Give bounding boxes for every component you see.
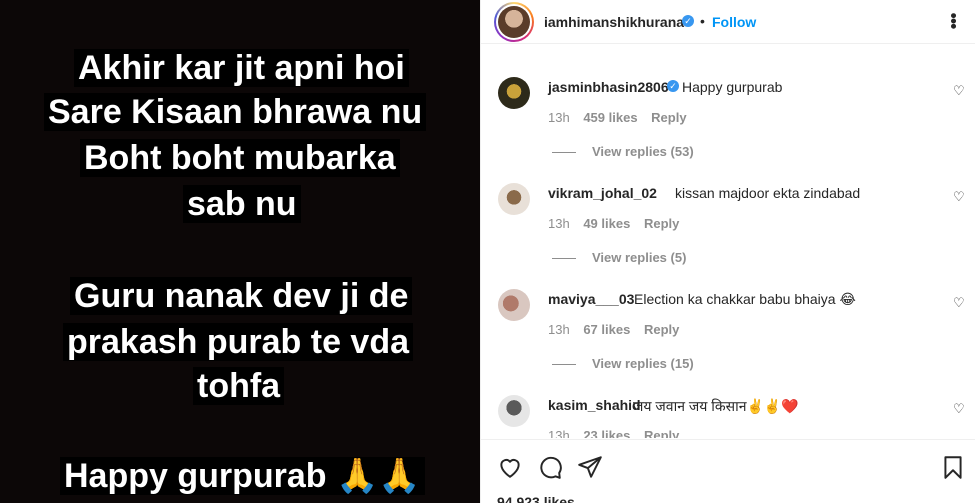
comment-like-icon[interactable]: ♡ [953,189,965,205]
comment-likes[interactable]: 49 likes [583,216,630,231]
comment-time: 13h [548,322,570,337]
bookmark-icon[interactable] [940,454,966,480]
post-text-line: Happy gurpurab 🙏🙏 [60,454,425,498]
post-text-line: Akhir kar jit apni hoi [74,46,409,90]
commenter-avatar[interactable] [498,77,530,109]
comment-meta: 13h 459 likes Reply [548,110,697,125]
verified-badge-icon: ✓ [667,80,679,92]
reply-button[interactable]: Reply [644,216,679,231]
comment-like-icon[interactable]: ♡ [953,401,965,417]
commenter-avatar[interactable] [498,289,530,321]
comment-time: 13h [548,110,570,125]
author-avatar[interactable] [494,2,534,42]
post-text-line: Sare Kisaan bhrawa nu [44,90,427,134]
reply-button[interactable]: Reply [644,428,679,438]
comment-likes[interactable]: 459 likes [583,110,637,125]
comment-username[interactable]: vikram_johal_02 [548,185,657,201]
post-text-line: sab nu [183,182,301,226]
follow-button[interactable]: Follow [712,14,756,30]
comment-meta: 13h 23 likes Reply [548,428,689,438]
comment-username[interactable]: maviya___03 [548,291,634,307]
post-header: iamhimanshikhurana ✓ • Follow ••• [481,0,975,44]
comment-likes[interactable]: 67 likes [583,322,630,337]
share-icon[interactable] [577,454,603,480]
post-text-line: prakash purab te vda [63,320,414,364]
comment-username[interactable]: kasim_shahid [548,397,641,413]
comments-list[interactable]: jasminbhasin2806 ✓ Happy gurpurab ♡ 13h … [481,45,975,438]
comment-username[interactable]: jasminbhasin2806 [548,79,669,95]
verified-badge-icon: ✓ [682,15,694,27]
post-side-panel: iamhimanshikhurana ✓ • Follow ••• jasmin… [480,0,975,503]
comment-text: Election ka chakkar babu bhaiya 😂 [634,291,856,307]
post-image: Akhir kar jit apni hoi Sare Kisaan bhraw… [0,0,480,503]
post-text-line: tohfa [193,364,285,408]
comment-like-icon[interactable]: ♡ [953,295,965,311]
separator-dot: • [700,13,705,29]
commenter-avatar[interactable] [498,183,530,215]
comment-text: जय जवान जय किसान✌️✌️❤️ [633,398,799,414]
comment-meta: 13h 67 likes Reply [548,322,689,337]
more-options-icon[interactable]: ••• [943,11,964,31]
post-text-line: Guru nanak dev ji de [70,274,413,318]
comment-text: Happy gurpurab [682,79,783,95]
comment-time: 13h [548,216,570,231]
comment-meta: 13h 49 likes Reply [548,216,689,231]
comment-time: 13h [548,428,570,438]
reply-button[interactable]: Reply [644,322,679,337]
commenter-avatar[interactable] [498,395,530,427]
post-text-line: Boht boht mubarka [80,136,400,180]
comment-like-icon[interactable]: ♡ [953,83,965,99]
view-replies-button[interactable]: View replies (53) [552,144,694,159]
comment-text: kissan majdoor ekta zindabad [675,185,861,201]
heart-icon[interactable] [497,454,523,480]
author-username[interactable]: iamhimanshikhurana [544,14,684,30]
view-replies-button[interactable]: View replies (15) [552,356,694,371]
comment-icon[interactable] [537,454,563,480]
post-likes-count[interactable]: 94,923 likes [497,494,575,503]
post-actions-bar: 94,923 likes [481,439,975,503]
reply-button[interactable]: Reply [651,110,686,125]
view-replies-button[interactable]: View replies (5) [552,250,686,265]
comment-likes[interactable]: 23 likes [583,428,630,438]
